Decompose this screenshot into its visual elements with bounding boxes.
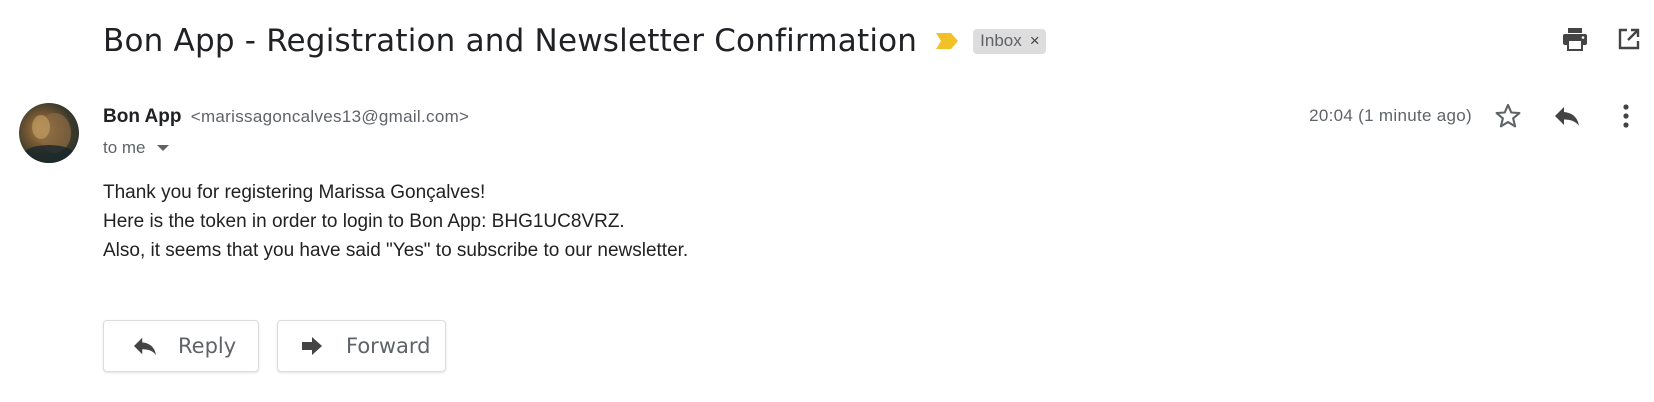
more-vertical-icon[interactable]: [1610, 100, 1642, 132]
reply-forward-bar: Reply Forward: [103, 320, 446, 372]
reply-icon[interactable]: [1551, 100, 1583, 132]
forward-button-label: Forward: [346, 334, 431, 358]
open-in-new-window-icon[interactable]: [1616, 26, 1642, 52]
label-chip-text: Inbox: [980, 31, 1022, 50]
sender-avatar[interactable]: [19, 103, 79, 163]
body-line: Here is the token in order to login to B…: [103, 211, 625, 232]
message-timestamp: 20:04 (1 minute ago): [1309, 106, 1472, 125]
message-body: Thank you for registering Marissa Gonçal…: [103, 178, 688, 265]
sender-email: <marissagoncalves13@gmail.com>: [190, 107, 470, 126]
subject-row: Bon App - Registration and Newsletter Co…: [103, 18, 1046, 64]
recipient-details-toggle[interactable]: to me: [103, 138, 169, 158]
body-line: Also, it seems that you have said "Yes" …: [103, 240, 689, 261]
recipient-text: to me: [103, 138, 146, 157]
reply-button-label: Reply: [178, 334, 237, 358]
remove-label-icon[interactable]: ×: [1030, 31, 1040, 51]
forward-icon: [300, 334, 326, 358]
label-chip-inbox: Inbox ×: [973, 28, 1046, 54]
print-icon[interactable]: [1562, 26, 1588, 52]
sender-name[interactable]: Bon App: [103, 106, 181, 127]
reply-button[interactable]: Reply: [103, 320, 259, 372]
caret-down-icon[interactable]: [156, 145, 169, 151]
importance-marker-icon[interactable]: [935, 32, 959, 50]
email-view: Bon App - Registration and Newsletter Co…: [0, 0, 1654, 402]
star-icon[interactable]: [1492, 100, 1524, 132]
sender-line: Bon App <marissagoncalves13@gmail.com>: [103, 106, 469, 128]
body-line: Thank you for registering Marissa Gonçal…: [103, 182, 486, 203]
top-actions: [1534, 26, 1642, 52]
reply-icon: [132, 334, 158, 358]
email-subject: Bon App - Registration and Newsletter Co…: [103, 23, 918, 59]
forward-button[interactable]: Forward: [277, 320, 446, 372]
message-meta: 20:04 (1 minute ago): [1309, 100, 1642, 132]
